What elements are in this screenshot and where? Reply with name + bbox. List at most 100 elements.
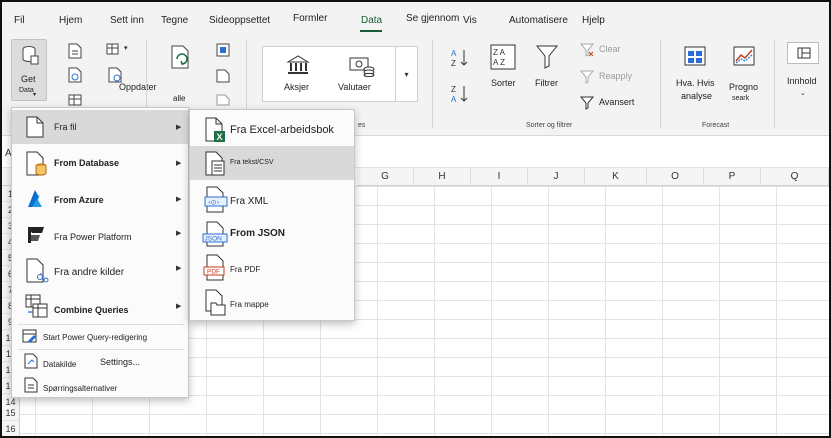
group-separator — [432, 40, 433, 128]
menu-item-combine-queries[interactable]: Combine Queries ▶ — [12, 290, 188, 324]
menu-item-launch-power-query-editor[interactable]: Start Power Query-redigering — [12, 326, 188, 348]
edit-links-icon[interactable] — [216, 69, 230, 83]
get-data-button[interactable]: Get Data ▾ — [11, 39, 47, 101]
filter-button[interactable]: Filtrer — [530, 42, 566, 94]
menu-item-from-power-platform[interactable]: Fra Power Platform ▶ — [12, 218, 188, 252]
data-types-gallery: Aksjer Valutaer — [262, 46, 396, 102]
chevron-right-icon: ▶ — [176, 303, 182, 310]
menu-item-from-other-sources[interactable]: Fra andre kilder ▶ — [12, 254, 188, 288]
workbook-links-icon[interactable] — [216, 94, 230, 106]
tab-help[interactable]: Hjelp — [582, 15, 605, 26]
column-header[interactable]: I — [471, 168, 528, 186]
get-data-label-1: Get — [21, 74, 36, 84]
submenu-item-from-json[interactable]: JSON From JSON — [190, 216, 354, 250]
submenu-item-from-folder[interactable]: Fra mappe — [190, 286, 354, 320]
get-data-label-2: Data — [19, 87, 34, 94]
forecast-sheet-button[interactable]: Progno seark — [726, 42, 766, 104]
outline-button[interactable]: Innhold ⌄ — [785, 42, 821, 102]
file-icon — [26, 116, 44, 138]
chevron-down-icon: ▾ — [404, 70, 409, 79]
row-header[interactable]: 15 — [2, 405, 20, 421]
group-separator — [660, 40, 661, 128]
filter-label: Filtrer — [535, 78, 558, 88]
chevron-down-icon: ▾ — [124, 45, 128, 52]
table-range-icon[interactable] — [68, 94, 82, 106]
sort-dialog-icon: Z A A Z — [490, 44, 516, 70]
recent-sources-icon[interactable] — [106, 43, 122, 55]
tab-view[interactable]: Vis — [463, 15, 477, 26]
column-header[interactable]: O — [647, 168, 704, 186]
row-header[interactable]: 16 — [2, 421, 20, 436]
tab-insert[interactable]: Sett inn — [110, 15, 144, 26]
column-header[interactable]: P — [704, 168, 761, 186]
submenu-item-from-text-csv[interactable]: Fra tekst/CSV — [190, 146, 354, 180]
sort-label: Sorter — [491, 78, 516, 88]
text-file-icon[interactable] — [68, 43, 82, 59]
menu-item-query-options[interactable]: Spørringsalternativer — [12, 376, 188, 398]
tab-automate[interactable]: Automatisere — [509, 15, 568, 26]
query-options-icon — [24, 377, 38, 393]
tab-page-layout[interactable]: Sideoppsettet — [209, 15, 270, 26]
forecast-label-1: Progno — [729, 82, 759, 92]
combine-queries-icon — [25, 294, 48, 318]
menu-item-data-source-settings[interactable]: Datakilde Settings... — [12, 351, 188, 373]
menu-item-label: Spørringsalternativer — [43, 384, 118, 393]
tab-data[interactable]: Data — [361, 15, 382, 26]
power-platform-icon — [28, 227, 44, 243]
submenu-item-from-pdf[interactable]: PDF Fra PDF — [190, 250, 354, 284]
sort-ascending-icon[interactable]: A Z — [450, 48, 470, 68]
advanced-filter-button[interactable]: Avansert — [580, 95, 640, 111]
menu-item-from-database[interactable]: From Database ▶ — [12, 146, 188, 180]
database-icon — [22, 46, 39, 65]
gallery-expand-button[interactable]: ▾ — [396, 46, 418, 102]
submenu-item-from-excel-workbook[interactable]: X Fra Excel-arbeidsbok — [190, 112, 354, 146]
existing-connections-icon[interactable] — [108, 67, 122, 83]
forecast-sheet-icon — [733, 46, 755, 66]
clear-filter-button[interactable]: Clear — [580, 42, 640, 58]
what-if-label-2: analyse — [681, 91, 713, 101]
properties-icon[interactable] — [216, 43, 230, 57]
menu-item-label: Fra Power Platform — [54, 232, 132, 242]
from-file-submenu: X Fra Excel-arbeidsbok Fra tekst/CSV ‹⊙›… — [189, 109, 355, 321]
menu-item-label: From Azure — [54, 195, 104, 205]
folder-icon — [205, 289, 226, 316]
what-if-analysis-button[interactable]: Hva. Hvis analyse — [672, 42, 720, 104]
column-header[interactable]: J — [528, 168, 585, 186]
submenu-item-from-xml[interactable]: ‹⊙› Fra XML — [190, 182, 354, 216]
refresh-all-icon[interactable] — [169, 44, 193, 70]
svg-text:Z: Z — [451, 85, 456, 94]
submenu-item-label: From JSON — [230, 228, 286, 239]
filter-icon — [535, 45, 559, 69]
sort-button[interactable]: Z A A Z Sorter — [485, 42, 523, 94]
stocks-button[interactable]: Aksjer — [277, 53, 319, 97]
tab-home[interactable]: Hjem — [59, 15, 82, 26]
menu-item-from-azure[interactable]: From Azure ▶ — [12, 182, 188, 216]
excel-workbook-icon: X — [205, 117, 225, 142]
azure-icon — [28, 190, 42, 207]
tab-formulas[interactable]: Formler — [293, 13, 327, 24]
submenu-item-label: Fra tekst/CSV — [230, 159, 274, 166]
menu-item-from-file[interactable]: Fra fil ▶ — [12, 110, 188, 144]
submenu-item-label: Fra mappe — [230, 300, 269, 309]
reapply-button[interactable]: Reapply — [580, 69, 640, 85]
tab-draw[interactable]: Tegne — [161, 15, 188, 26]
column-header[interactable]: G — [357, 168, 414, 186]
currencies-label: Valutaer — [338, 82, 371, 92]
sort-descending-icon[interactable]: Z A — [450, 84, 470, 104]
column-header[interactable]: K — [585, 168, 647, 186]
menu-divider — [18, 324, 184, 325]
tab-review[interactable]: Se gjennom — [406, 13, 459, 24]
pdf-icon: PDF — [203, 254, 225, 281]
chevron-right-icon: ▶ — [176, 230, 182, 237]
column-header[interactable]: Q — [761, 168, 829, 186]
web-file-icon[interactable] — [68, 67, 82, 83]
menu-item-label: Settings... — [100, 357, 141, 367]
menu-item-label: Combine Queries — [54, 305, 129, 315]
database-icon — [26, 151, 47, 176]
svg-text:A: A — [451, 49, 457, 58]
menu-item-label: Start Power Query-redigering — [43, 333, 148, 342]
currencies-button[interactable]: Valutaer — [335, 53, 389, 97]
get-data-menu: Fra fil ▶ From Database ▶ From Azure ▶ F… — [11, 107, 189, 398]
column-header[interactable]: H — [414, 168, 471, 186]
tab-file[interactable]: Fil — [14, 15, 25, 26]
